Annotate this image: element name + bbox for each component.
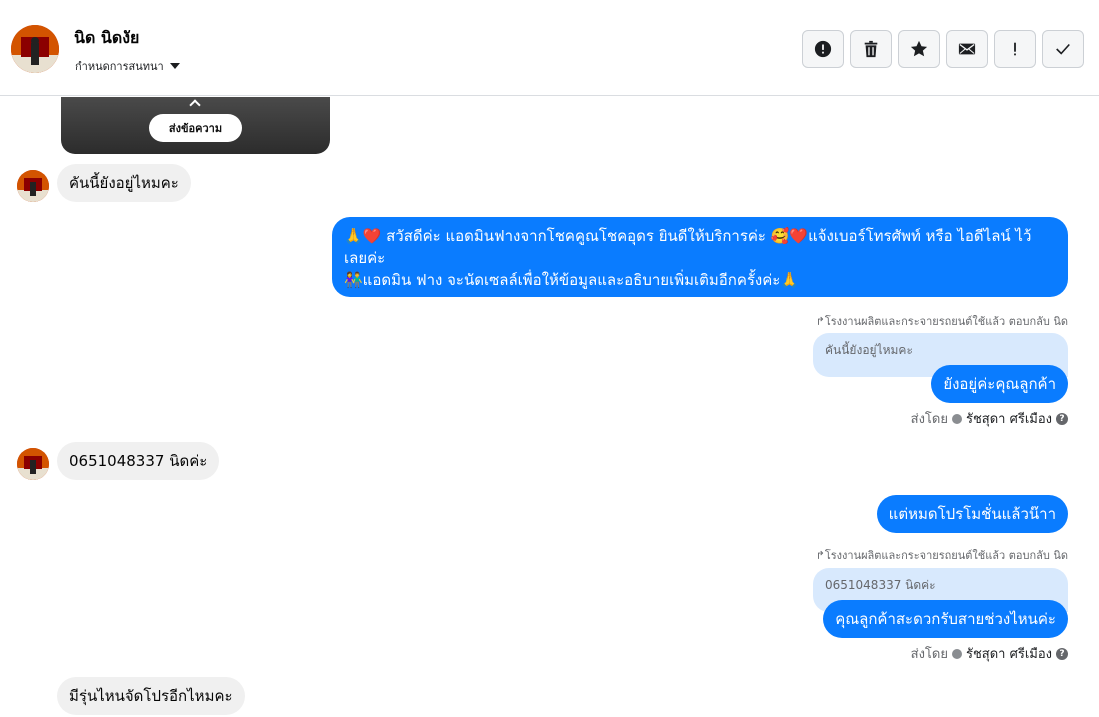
verified-icon [951, 413, 962, 424]
caret-down-icon [169, 63, 180, 69]
conversation-status-label: กำหนดการสนทนา [75, 60, 164, 73]
star-icon [910, 40, 928, 57]
verified-icon [951, 648, 962, 659]
mark-done-button[interactable] [1042, 30, 1084, 68]
conversation-header: นิด นิดงัย กำหนดการสนทนา [0, 0, 1099, 96]
sent-by-label: ส่งโดย [910, 412, 948, 427]
exclamation-icon [1014, 42, 1016, 56]
contact-name[interactable]: นิด นิดงัย [74, 26, 139, 51]
outgoing-message[interactable]: คุณลูกค้าสะดวกรับสายช่วงไหนค่ะ [823, 600, 1068, 638]
conversation-status-dropdown[interactable]: กำหนดการสนทนา [75, 57, 180, 75]
mark-spam-button[interactable] [802, 30, 844, 68]
outgoing-message[interactable]: แต่หมดโปรโมชั่นแล้วน๊าา [876, 495, 1068, 533]
sender-name[interactable]: รัชสุดา ศรีเมือง [966, 408, 1052, 429]
trash-icon [864, 40, 878, 58]
help-icon[interactable]: ? [1056, 412, 1068, 425]
message-line: 🙏❤️ สวัสดีค่ะ แอดมินฟางจากโชคคูณโชคอุดร … [344, 227, 1032, 245]
contact-avatar-small[interactable] [17, 448, 49, 480]
reply-context-text: โรงงานผลิตและกระจายรถยนต์ใช้แล้ว ตอบกลับ… [824, 315, 1068, 328]
message-line: เลยค่ะ [344, 249, 386, 267]
follow-up-button[interactable] [994, 30, 1036, 68]
message-line: 👫แอดมิน ฟาง จะนัดเซลล์เพื่อให้ข้อมูลและอ… [344, 271, 799, 289]
sent-by-label: ส่งโดย [910, 647, 948, 662]
sent-by-info: ส่งโดย รัชสุดา ศรีเมือง ? [911, 643, 1068, 664]
incoming-message[interactable]: มีรุ่นไหนจัดโปรอีกไหมคะ [57, 677, 245, 715]
reply-context: ↱โรงงานผลิตและกระจายรถยนต์ใช้แล้ว ตอบกลั… [816, 312, 1068, 330]
help-icon[interactable]: ? [1056, 647, 1068, 660]
reply-context-text: โรงงานผลิตและกระจายรถยนต์ใช้แล้ว ตอบกลับ… [824, 549, 1068, 562]
checkmark-icon [1056, 43, 1070, 55]
chevron-up-icon [189, 99, 201, 111]
sender-name[interactable]: รัชสุดา ศรีเมือง [966, 643, 1052, 664]
incoming-message[interactable]: 0651048337 นิดค่ะ [57, 442, 220, 480]
alert-circle-icon [814, 40, 832, 58]
message-thread[interactable]: ส่งข้อความ คันนี้ยังอยู่ไหมคะ 🙏❤️ สวัสดี… [0, 97, 1099, 717]
contact-avatar-small[interactable] [17, 170, 49, 202]
send-message-button[interactable]: ส่งข้อความ [149, 114, 242, 142]
contact-avatar[interactable] [11, 25, 59, 73]
reply-context: ↱โรงงานผลิตและกระจายรถยนต์ใช้แล้ว ตอบกลั… [816, 546, 1068, 564]
shared-post-preview[interactable]: ส่งข้อความ [61, 97, 330, 154]
outgoing-message[interactable]: 🙏❤️ สวัสดีค่ะ แอดมินฟางจากโชคคูณโชคอุดร … [332, 217, 1068, 297]
incoming-message[interactable]: คันนี้ยังอยู่ไหมคะ [57, 164, 191, 202]
envelope-icon [958, 43, 976, 55]
mark-unread-button[interactable] [946, 30, 988, 68]
star-button[interactable] [898, 30, 940, 68]
sent-by-info: ส่งโดย รัชสุดา ศรีเมือง ? [911, 408, 1068, 429]
delete-button[interactable] [850, 30, 892, 68]
reply-arrow-icon: ↱ [815, 549, 825, 562]
reply-arrow-icon: ↱ [815, 315, 825, 328]
outgoing-message[interactable]: ยังอยู่ค่ะคุณลูกค้า [931, 365, 1068, 403]
